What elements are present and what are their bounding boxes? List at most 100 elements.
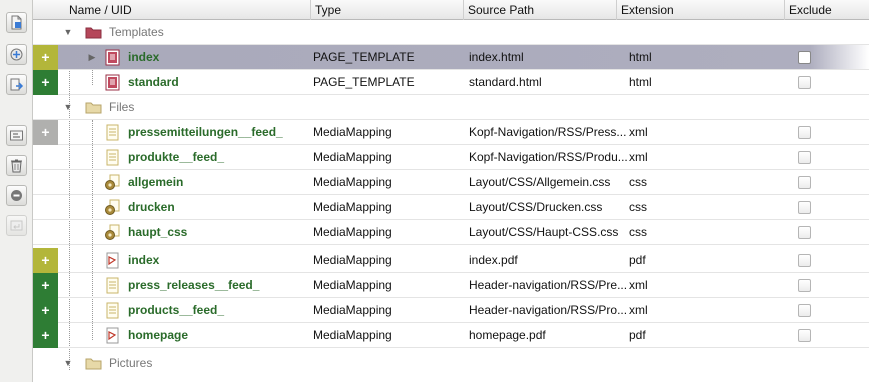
tree-row[interactable]: drucken MediaMapping Layout/CSS/Drucken.… — [33, 195, 869, 220]
add-button[interactable]: + — [33, 298, 58, 323]
tree-group-templates[interactable]: ▼ Templates — [33, 20, 869, 45]
row-extension: xml — [629, 303, 648, 317]
row-type: MediaMapping — [313, 125, 392, 139]
row-name: homepage — [128, 328, 189, 342]
tree-row[interactable]: allgemein MediaMapping Layout/CSS/Allgem… — [33, 170, 869, 195]
row-path: Layout/CSS/Haupt-CSS.css — [469, 225, 619, 239]
add-button[interactable]: + — [33, 273, 58, 298]
tree-row[interactable]: produkte__feed_ MediaMapping Kopf-Naviga… — [33, 145, 869, 170]
remove-icon — [11, 190, 22, 201]
row-path: Header-navigation/RSS/Pro... — [469, 303, 627, 317]
group-label: Pictures — [109, 356, 153, 370]
tree-row[interactable]: + ▶ index PAGE_TEMPLATE index.html html — [33, 45, 869, 70]
row-name: haupt_css — [128, 225, 188, 239]
expand-arrow-icon[interactable]: ▼ — [63, 95, 73, 120]
add-button[interactable]: + — [33, 120, 58, 145]
exclude-checkbox[interactable] — [798, 76, 811, 89]
export-icon — [10, 78, 24, 91]
stylesheet-gear-icon — [104, 199, 121, 216]
pdf-file-icon — [104, 252, 121, 269]
new-icon — [11, 15, 22, 30]
stylesheet-gear-icon — [104, 224, 121, 241]
row-path: Kopf-Navigation/RSS/Produ... — [469, 150, 627, 164]
exclude-checkbox[interactable] — [798, 126, 811, 139]
row-extension: html — [629, 50, 652, 64]
column-name-uid[interactable]: Name / UID — [33, 0, 311, 20]
document-icon — [104, 302, 121, 319]
tree-row[interactable]: + press_releases__feed_ MediaMapping Hea… — [33, 273, 869, 298]
column-exclude[interactable]: Exclude — [785, 0, 869, 20]
tree-group-files[interactable]: ▼ Files — [33, 95, 869, 120]
row-type: MediaMapping — [313, 328, 392, 342]
exclude-checkbox[interactable] — [798, 329, 811, 342]
import-button[interactable] — [6, 44, 27, 65]
row-name: drucken — [128, 200, 175, 214]
tree-row[interactable]: + homepage MediaMapping homepage.pdf pdf — [33, 323, 869, 348]
row-extension: xml — [629, 125, 648, 139]
tree-group-pictures[interactable]: ▼ Pictures — [33, 351, 869, 376]
add-button[interactable]: + — [33, 323, 58, 348]
row-type: MediaMapping — [313, 253, 392, 267]
row-extension: xml — [629, 278, 648, 292]
import-icon — [10, 48, 23, 61]
folder-icon — [85, 99, 102, 116]
expand-arrow-icon[interactable]: ▼ — [63, 351, 73, 376]
tree-row[interactable]: + standard PAGE_TEMPLATE standard.html h… — [33, 70, 869, 95]
row-path: standard.html — [469, 75, 542, 89]
row-type: MediaMapping — [313, 150, 392, 164]
row-path: index.pdf — [469, 253, 518, 267]
tree-table: ▼ Templates + ▶ index PAGE_TEMPLATE inde… — [33, 20, 869, 382]
rename-button[interactable] — [6, 125, 27, 146]
row-name: index — [128, 253, 160, 267]
row-path: Kopf-Navigation/RSS/Press... — [469, 125, 627, 139]
page-template-icon — [104, 49, 121, 66]
add-button[interactable]: + — [33, 248, 58, 273]
row-type: PAGE_TEMPLATE — [313, 50, 415, 64]
tree-row[interactable]: + pressemitteilungen__feed_ MediaMapping… — [33, 120, 869, 145]
remove-button[interactable] — [6, 185, 27, 206]
row-type: MediaMapping — [313, 303, 392, 317]
pdf-file-icon — [104, 327, 121, 344]
exclude-checkbox[interactable] — [798, 151, 811, 164]
exclude-checkbox[interactable] — [798, 51, 811, 64]
exclude-checkbox[interactable] — [798, 304, 811, 317]
expand-arrow-icon[interactable]: ▶ — [87, 45, 97, 70]
exclude-checkbox[interactable] — [798, 254, 811, 267]
column-type[interactable]: Type — [311, 0, 464, 20]
new-button[interactable] — [6, 12, 27, 33]
column-extension[interactable]: Extension — [617, 0, 785, 20]
column-header: Name / UID Type Source Path Extension Ex… — [33, 0, 869, 20]
column-source-path[interactable]: Source Path — [464, 0, 617, 20]
row-name: produkte__feed_ — [128, 150, 225, 164]
document-icon — [104, 124, 121, 141]
exclude-checkbox[interactable] — [798, 279, 811, 292]
row-type: PAGE_TEMPLATE — [313, 75, 415, 89]
document-icon — [104, 277, 121, 294]
row-path: homepage.pdf — [469, 328, 546, 342]
row-extension: pdf — [629, 253, 646, 267]
delete-button[interactable] — [6, 155, 27, 176]
row-type: MediaMapping — [313, 175, 392, 189]
add-button[interactable]: + — [33, 45, 58, 70]
row-name: press_releases__feed_ — [128, 278, 260, 292]
export-button[interactable] — [6, 74, 27, 95]
row-name: pressemitteilungen__feed_ — [128, 125, 283, 139]
add-button[interactable]: + — [33, 70, 58, 95]
revert-icon — [10, 220, 23, 231]
rename-icon — [10, 130, 23, 141]
row-extension: html — [629, 75, 652, 89]
row-name: allgemein — [128, 175, 184, 189]
tree-row[interactable]: haupt_css MediaMapping Layout/CSS/Haupt-… — [33, 220, 869, 245]
revert-button[interactable] — [6, 215, 27, 236]
row-type: MediaMapping — [313, 200, 392, 214]
exclude-checkbox[interactable] — [798, 201, 811, 214]
folder-icon — [85, 24, 102, 41]
document-icon — [104, 149, 121, 166]
tree-row[interactable]: + products__feed_ MediaMapping Header-na… — [33, 298, 869, 323]
expand-arrow-icon[interactable]: ▼ — [63, 20, 73, 45]
exclude-checkbox[interactable] — [798, 176, 811, 189]
tree-row[interactable]: + index MediaMapping index.pdf pdf — [33, 248, 869, 273]
row-name: products__feed_ — [128, 303, 225, 317]
exclude-checkbox[interactable] — [798, 226, 811, 239]
row-path: index.html — [469, 50, 524, 64]
